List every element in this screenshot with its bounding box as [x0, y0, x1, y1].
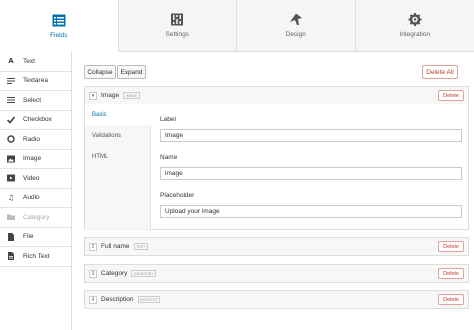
field-card-full-name: 2 Full name text Delete: [84, 237, 469, 256]
field-settings-subnav: Basic Validations HTML: [85, 104, 158, 231]
placeholder-caption: Placeholder: [160, 192, 195, 199]
video-icon: [7, 174, 15, 182]
sidebar-item-video[interactable]: Video: [0, 169, 71, 189]
checkbox-icon: [7, 116, 15, 124]
settings-icon: [170, 13, 184, 26]
design-icon: [289, 13, 303, 26]
sidebar-item-label: Category: [23, 213, 50, 221]
field-title: Image: [101, 92, 120, 99]
label-caption: Label: [160, 116, 176, 123]
field-title: Category: [101, 270, 128, 277]
name-caption: Name: [160, 154, 178, 161]
sidebar-item-file[interactable]: File: [0, 228, 71, 247]
field-title: Description: [101, 296, 134, 303]
sidebar-item-image[interactable]: Image: [0, 150, 71, 169]
expand-button[interactable]: Expand: [117, 65, 146, 79]
sidebar-item-checkbox[interactable]: Checkbox: [0, 111, 71, 130]
field-number: 4: [89, 295, 97, 304]
collapse-button[interactable]: Collapse: [84, 65, 116, 79]
field-card-header[interactable]: 2 Full name text Delete: [85, 238, 468, 255]
delete-field-button[interactable]: Delete: [438, 268, 464, 279]
field-number: 2: [89, 242, 97, 251]
sidebar-item-label: File: [23, 233, 34, 241]
field-card-category: 3 Category category Delete: [84, 264, 469, 283]
field-card-header[interactable]: ▾ Image image Delete: [85, 87, 468, 104]
field-type-badge: text: [133, 243, 148, 250]
tab-design-label: Design: [285, 31, 306, 38]
tab-settings[interactable]: Settings: [119, 0, 237, 51]
name-input[interactable]: image: [160, 167, 462, 180]
tab-settings-label: Settings: [165, 31, 190, 38]
field-type-sidebar: A Text Textarea Select Checkbox Radio Im…: [0, 52, 72, 330]
sidebar-item-label: Rich Text: [23, 252, 50, 260]
sidebar-item-label: Image: [23, 155, 42, 163]
field-title: Full name: [101, 243, 130, 250]
sidebar-item-label: Audio: [23, 194, 40, 202]
collapse-toggle-icon[interactable]: ▾: [89, 91, 97, 100]
sidebar-item-label: Textarea: [23, 77, 48, 85]
field-type-badge: richtext: [137, 296, 161, 303]
form-builder-main: Collapse Expand Delete All ▾ Image image…: [72, 52, 474, 330]
category-icon: [7, 213, 15, 221]
field-card-description: 4 Description richtext Delete: [84, 290, 469, 309]
sidebar-item-label: Video: [23, 174, 40, 182]
sidebar-item-text[interactable]: A Text: [0, 52, 71, 72]
field-card-header[interactable]: 3 Category category Delete: [85, 265, 468, 282]
rich-text-icon: [7, 252, 15, 261]
sidebar-item-label: Select: [23, 96, 42, 104]
subtab-validations[interactable]: Validations: [85, 125, 150, 146]
file-icon: [7, 232, 15, 241]
label-input[interactable]: Image: [160, 129, 462, 142]
sidebar-item-audio[interactable]: ♫ Audio: [0, 189, 71, 208]
delete-field-button[interactable]: Delete: [438, 241, 464, 252]
sidebar-item-label: Text: [23, 57, 35, 65]
subtab-html[interactable]: HTML: [85, 146, 150, 167]
delete-field-button[interactable]: Delete: [438, 90, 464, 101]
tab-fields-label: Fields: [50, 31, 68, 39]
audio-icon: ♫: [7, 193, 15, 202]
fields-icon: [52, 14, 66, 27]
sidebar-item-rich-text[interactable]: Rich Text: [0, 247, 71, 267]
top-tab-bar: Fields Settings Design Integration: [0, 0, 474, 53]
field-type-badge: image: [123, 92, 140, 99]
subtab-basic[interactable]: Basic: [85, 104, 158, 125]
sidebar-item-label: Checkbox: [23, 116, 52, 124]
text-icon: A: [8, 57, 14, 66]
tab-fields[interactable]: Fields: [0, 0, 119, 53]
sidebar-item-label: Radio: [23, 135, 40, 143]
field-number: 3: [89, 269, 97, 278]
sidebar-item-select[interactable]: Select: [0, 91, 71, 111]
tab-integration-label: Integration: [399, 31, 431, 38]
field-card-header[interactable]: 4 Description richtext Delete: [85, 291, 468, 308]
sidebar-item-radio[interactable]: Radio: [0, 130, 71, 150]
radio-icon: [7, 135, 15, 143]
image-icon: [7, 155, 15, 163]
field-type-badge: category: [131, 270, 157, 277]
tab-integration[interactable]: Integration: [356, 0, 474, 51]
delete-field-button[interactable]: Delete: [438, 294, 464, 305]
sidebar-item-textarea[interactable]: Textarea: [0, 72, 71, 91]
textarea-icon: [7, 77, 15, 85]
integration-icon: [408, 13, 422, 26]
sidebar-item-category: Category: [0, 208, 71, 228]
tab-design[interactable]: Design: [237, 0, 356, 51]
select-icon: [7, 96, 15, 104]
placeholder-input[interactable]: Upload your image: [160, 205, 462, 218]
delete-all-button[interactable]: Delete All: [422, 65, 458, 79]
field-card-image: ▾ Image image Delete Basic Validations H…: [84, 86, 469, 231]
